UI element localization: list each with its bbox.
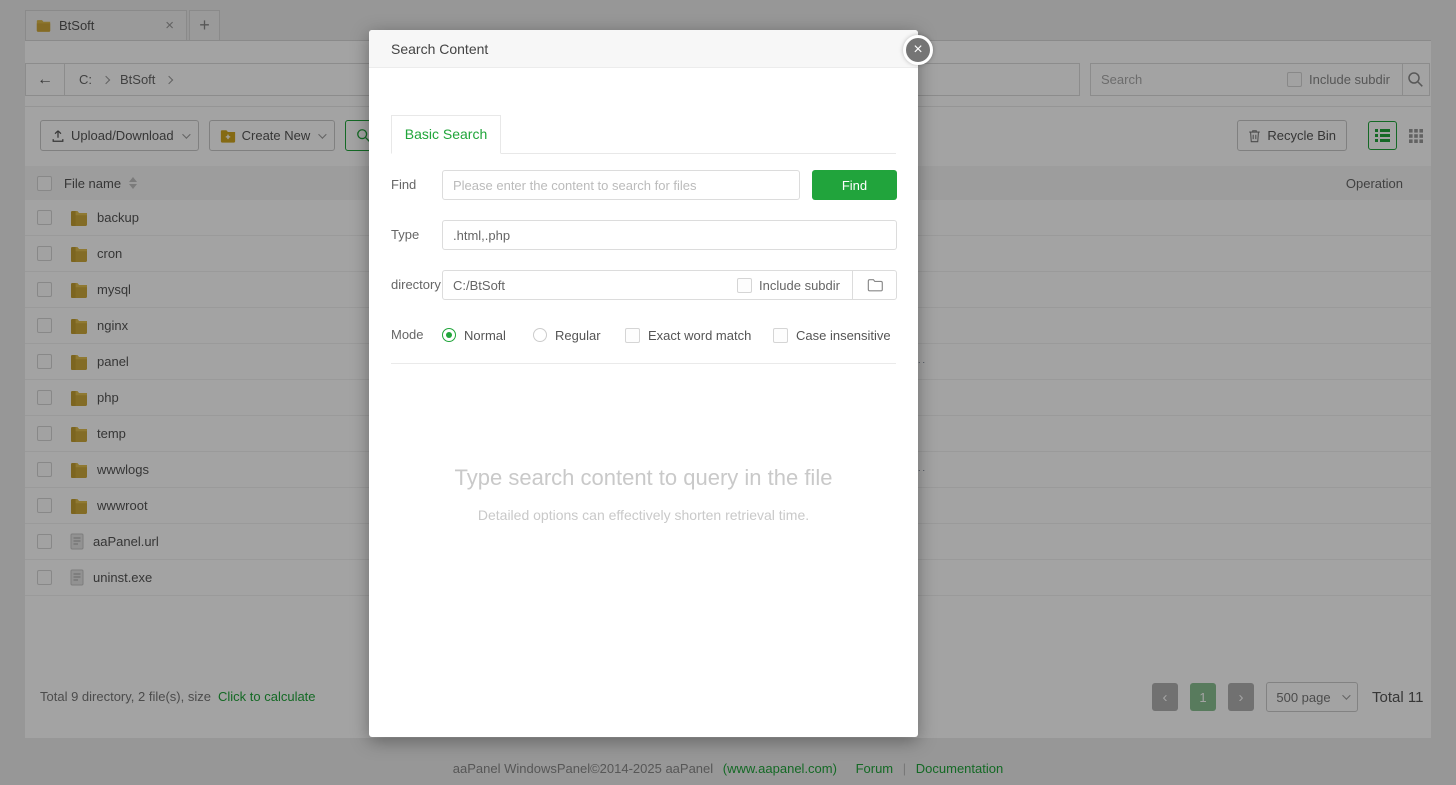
radio-icon — [533, 328, 547, 342]
mode-normal-radio[interactable]: Normal — [442, 320, 506, 350]
checkbox-icon — [625, 328, 640, 343]
hint-subtitle: Detailed options can effectively shorten… — [369, 507, 918, 523]
modal-include-subdir-label: Include subdir — [759, 278, 840, 293]
type-input[interactable] — [442, 220, 897, 250]
search-content-modal: Search Content Basic Search Find Find Ty… — [369, 30, 918, 737]
modal-close-button[interactable]: × — [903, 35, 933, 65]
mode-label: Mode — [391, 320, 424, 350]
hint-title: Type search content to query in the file — [369, 465, 918, 491]
case-insensitive-label: Case insensitive — [796, 328, 891, 343]
find-input[interactable] — [442, 170, 800, 200]
case-insensitive-checkbox[interactable]: Case insensitive — [773, 320, 891, 350]
exact-word-match-checkbox[interactable]: Exact word match — [625, 320, 751, 350]
modal-divider — [391, 363, 896, 364]
directory-label: directory — [391, 270, 441, 300]
mode-normal-label: Normal — [464, 328, 506, 343]
folder-browse-icon — [867, 278, 883, 292]
find-button[interactable]: Find — [812, 170, 897, 200]
checkbox-icon — [773, 328, 788, 343]
exact-word-match-label: Exact word match — [648, 328, 751, 343]
directory-input-group: Include subdir — [442, 270, 897, 300]
mode-regular-label: Regular — [555, 328, 601, 343]
radio-selected-icon — [442, 328, 456, 342]
modal-include-subdir-checkbox[interactable] — [737, 278, 752, 293]
type-label: Type — [391, 220, 419, 250]
modal-title: Search Content — [369, 30, 918, 68]
mode-regular-radio[interactable]: Regular — [533, 320, 601, 350]
modal-tab-bar: Basic Search — [391, 115, 896, 154]
browse-directory-button[interactable] — [852, 271, 896, 299]
find-label: Find — [391, 170, 416, 200]
directory-input[interactable] — [443, 271, 737, 299]
tab-basic-search[interactable]: Basic Search — [391, 115, 501, 154]
